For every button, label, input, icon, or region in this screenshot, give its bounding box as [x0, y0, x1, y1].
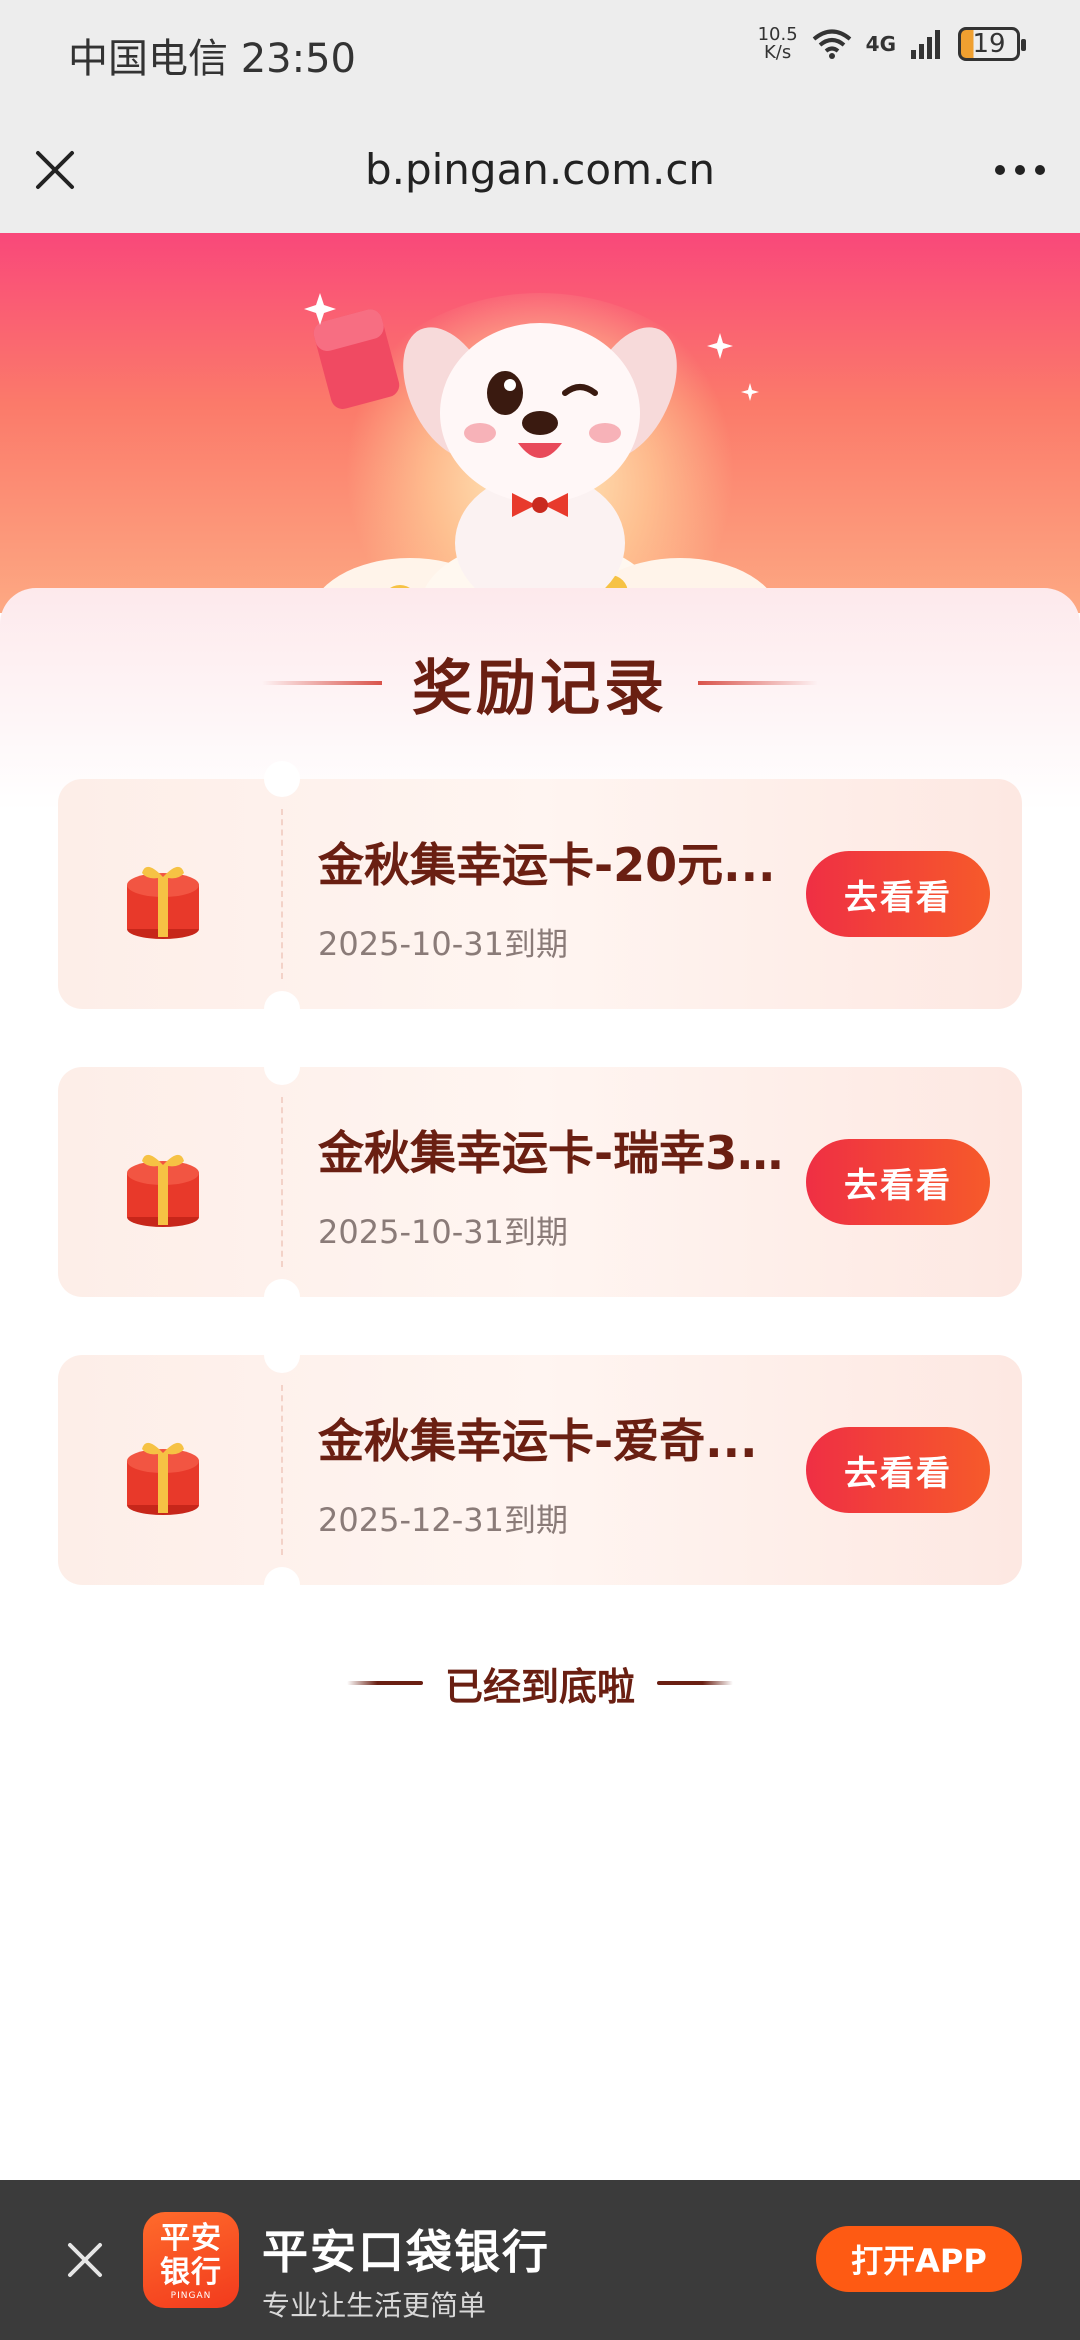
end-decor-right [657, 1681, 733, 1685]
app-name: 平安口袋银行 [262, 2225, 550, 2279]
logo-text-line2: 银行 [160, 2255, 222, 2290]
app-logo: 平安 银行 PINGAN [143, 2212, 239, 2308]
view-reward-button[interactable]: 去看看 [806, 1139, 990, 1225]
gift-box-icon [127, 866, 199, 939]
reward-name: 金秋集幸运卡-爱奇... [318, 1414, 758, 1468]
end-decor-left [346, 1681, 423, 1685]
ticket-notch [264, 1049, 300, 1085]
ticket-divider [281, 809, 283, 979]
battery-icon: 19 [958, 27, 1026, 61]
network-type: 4G [865, 32, 896, 56]
logo-brand-text: PINGAN [170, 2291, 212, 2301]
page-title: 奖励记录 [412, 653, 668, 724]
end-of-list-text: 已经到底啦 [444, 1664, 635, 1709]
reward-name: 金秋集幸运卡-瑞幸3... [318, 1126, 788, 1180]
view-reward-button[interactable]: 去看看 [806, 1427, 990, 1513]
wifi-icon [812, 29, 851, 59]
ticket-notch [264, 1279, 300, 1315]
network-speed: 10.5 K/s [758, 26, 798, 62]
page-url: b.pingan.com.cn [364, 145, 716, 194]
signal-icon [911, 30, 940, 59]
close-icon[interactable] [30, 145, 80, 195]
reward-expiry: 2025-10-31到期 [318, 925, 568, 963]
title-decor-left [262, 681, 382, 685]
reward-name: 金秋集幸运卡-20元... [318, 838, 776, 892]
gift-box-icon [127, 1442, 199, 1515]
title-decor-right [698, 681, 818, 685]
view-reward-button[interactable]: 去看看 [806, 851, 990, 937]
reward-expiry: 2025-10-31到期 [318, 1213, 568, 1251]
reward-card: 金秋集幸运卡-20元... 2025-10-31到期 去看看 [58, 761, 1022, 1027]
open-app-button[interactable]: 打开APP [816, 2226, 1022, 2292]
browser-toolbar: b.pingan.com.cn [0, 105, 1080, 233]
network-speed-unit: K/s [763, 42, 792, 63]
reward-card: 金秋集幸运卡-爱奇... 2025-12-31到期 去看看 [58, 1337, 1022, 1603]
app-slogan: 专业让生活更简单 [262, 2289, 487, 2322]
ticket-notch [264, 991, 300, 1027]
ticket-notch [264, 1337, 300, 1373]
ticket-divider [281, 1097, 283, 1267]
carrier-time: 中国电信 23:50 [68, 36, 356, 82]
mascot-dog-illustration [304, 293, 780, 613]
battery-level: 19 [972, 29, 1006, 59]
ticket-notch [264, 761, 300, 797]
more-options-icon[interactable] [990, 155, 1050, 185]
logo-text-line1: 平安 [160, 2221, 222, 2256]
reward-expiry: 2025-12-31到期 [318, 1501, 568, 1539]
app-download-banner: 平安 银行 PINGAN 平安口袋银行 专业让生活更简单 打开APP [0, 2180, 1080, 2340]
reward-card: 金秋集幸运卡-瑞幸3... 2025-10-31到期 去看看 [58, 1049, 1022, 1315]
status-bar: 中国电信 23:50 10.5 K/s 4G 19 [0, 0, 1080, 105]
status-icons: 10.5 K/s 4G 19 [758, 26, 1026, 62]
gift-box-icon [127, 1154, 199, 1227]
hero-banner [0, 233, 1080, 613]
section-header: 奖励记录 [0, 653, 1080, 724]
list-end-indicator: 已经到底啦 [0, 1658, 1080, 1709]
close-banner-icon[interactable] [62, 2237, 108, 2283]
ticket-notch [264, 1567, 300, 1603]
reward-records-panel: 奖励记录 金秋集幸运卡-20元... 2025-10-31到期 去看看 金秋集幸… [0, 588, 1080, 2180]
ticket-divider [281, 1385, 283, 1555]
